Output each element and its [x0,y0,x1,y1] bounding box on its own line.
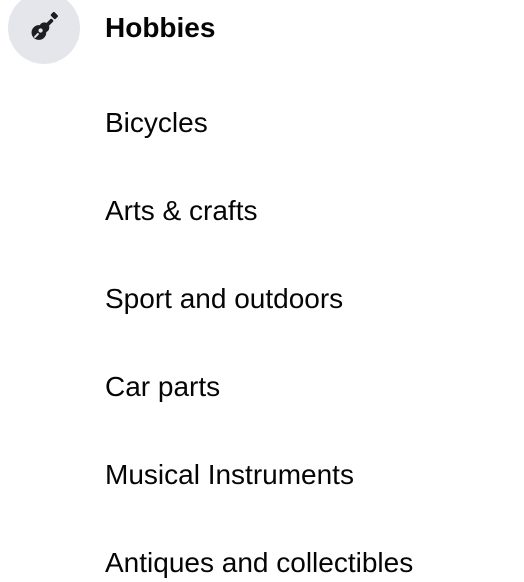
subcategory-item-car-parts[interactable]: Car parts [0,344,524,432]
subcategory-label: Car parts [105,371,221,402]
subcategory-label: Arts & crafts [105,195,258,226]
category-title: Hobbies [105,12,216,43]
subcategory-label: Musical Instruments [105,459,354,490]
subcategory-label: Sport and outdoors [105,283,344,314]
subcategory-item-sport-outdoors[interactable]: Sport and outdoors [0,256,524,344]
subcategory-item-antiques-collectibles[interactable]: Antiques and collectibles [0,520,524,582]
subcategory-label: Bicycles [105,107,208,138]
category-icon-badge [8,0,80,64]
subcategory-list: Bicycles Arts & crafts Sport and outdoor… [0,80,524,582]
category-header-hobbies[interactable]: Hobbies [0,0,524,64]
subcategory-item-bicycles[interactable]: Bicycles [0,80,524,168]
subcategory-item-arts-crafts[interactable]: Arts & crafts [0,168,524,256]
subcategory-item-musical-instruments[interactable]: Musical Instruments [0,432,524,520]
guitar-icon [31,11,58,40]
subcategory-label: Antiques and collectibles [105,547,414,578]
category-panel: Hobbies Bicycles Arts & crafts Sport and… [0,0,524,582]
